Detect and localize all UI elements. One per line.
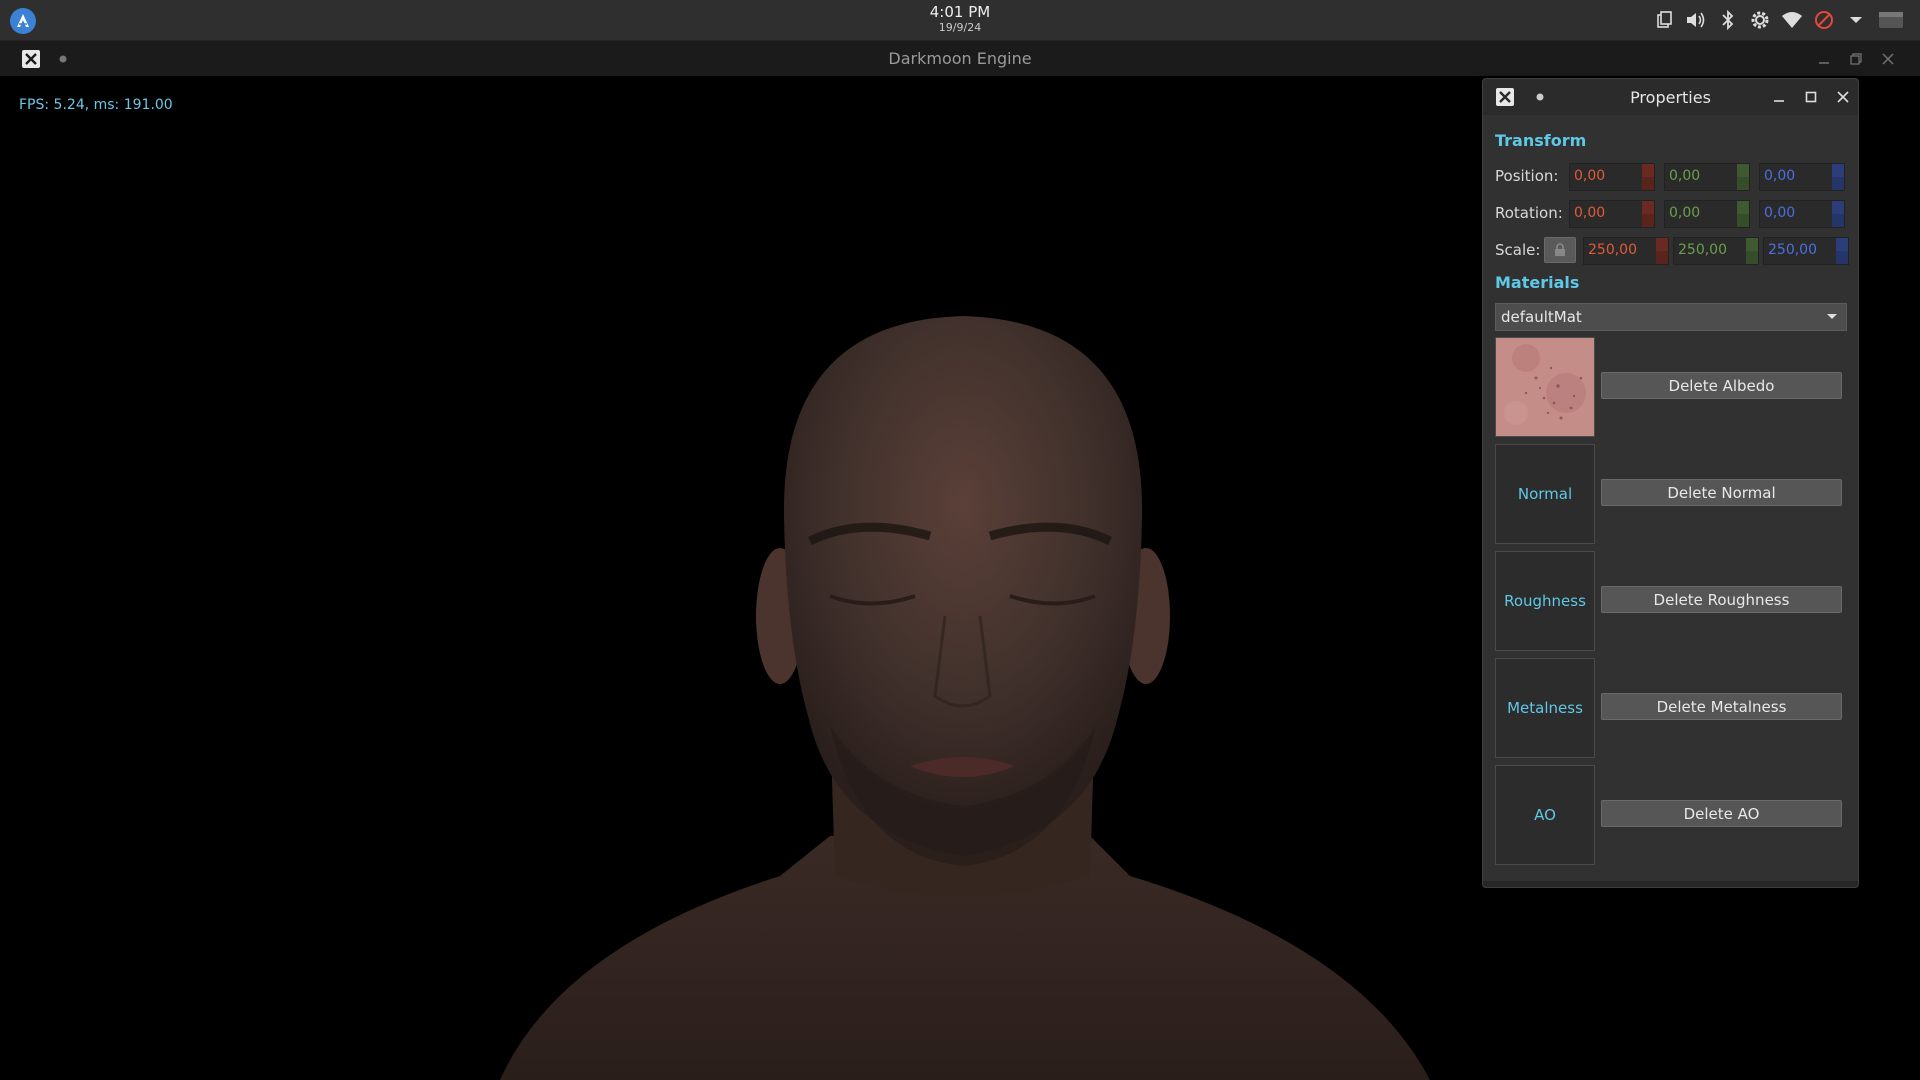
maximize-icon[interactable] bbox=[1801, 87, 1821, 107]
clock-time: 4:01 PM bbox=[929, 3, 991, 21]
close-app-icon[interactable] bbox=[20, 48, 42, 70]
position-x-value: 0,00 bbox=[1574, 168, 1606, 184]
close-window-icon[interactable] bbox=[1877, 48, 1899, 70]
properties-title-bar[interactable]: Properties bbox=[1483, 79, 1858, 115]
app-launcher-icon[interactable] bbox=[10, 8, 36, 34]
metalness-texture-slot[interactable]: Metalness bbox=[1495, 658, 1595, 758]
minimize-icon[interactable] bbox=[1769, 87, 1789, 107]
ao-texture-slot[interactable]: AO bbox=[1495, 765, 1595, 865]
rotation-row: Rotation: 0,00 0,00 0,00 bbox=[1495, 200, 1850, 228]
panel-resize-edge[interactable] bbox=[1483, 881, 1858, 887]
volume-icon[interactable] bbox=[1684, 8, 1708, 32]
scale-x-value: 250,00 bbox=[1588, 242, 1637, 258]
scale-label: Scale: bbox=[1495, 241, 1541, 259]
material-selected: defaultMat bbox=[1501, 308, 1582, 326]
bluetooth-icon[interactable] bbox=[1716, 8, 1740, 32]
system-top-bar: 4:01 PM 19/9/24 bbox=[0, 0, 1920, 41]
chevron-down-icon bbox=[1827, 314, 1837, 319]
delete-albedo-button[interactable]: Delete Albedo bbox=[1601, 372, 1842, 399]
scale-x-spinbox[interactable]: 250,00 bbox=[1583, 237, 1669, 265]
albedo-texture-slot[interactable] bbox=[1495, 337, 1595, 437]
wifi-icon[interactable] bbox=[1780, 8, 1804, 32]
transform-heading: Transform bbox=[1495, 131, 1587, 150]
rotation-y-value: 0,00 bbox=[1669, 205, 1701, 221]
albedo-texture-thumbnail bbox=[1496, 338, 1594, 436]
clock-date: 19/9/24 bbox=[938, 21, 982, 34]
close-icon[interactable] bbox=[1833, 87, 1853, 107]
properties-panel: Properties Transform Position: 0,00 0,00… bbox=[1482, 78, 1859, 888]
roughness-texture-slot[interactable]: Roughness bbox=[1495, 551, 1595, 651]
lock-icon bbox=[1555, 243, 1565, 256]
metalness-slot-label: Metalness bbox=[1507, 699, 1583, 717]
no-sign-icon[interactable] bbox=[1812, 8, 1836, 32]
scale-z-value: 250,00 bbox=[1768, 242, 1817, 258]
material-dropdown[interactable]: defaultMat bbox=[1495, 303, 1847, 331]
window-title: Darkmoon Engine bbox=[888, 49, 1032, 68]
delete-roughness-button[interactable]: Delete Roughness bbox=[1601, 586, 1842, 613]
ao-slot-label: AO bbox=[1534, 806, 1556, 824]
rotation-z-spinbox[interactable]: 0,00 bbox=[1759, 200, 1845, 228]
scale-y-value: 250,00 bbox=[1678, 242, 1727, 258]
system-tray bbox=[1652, 8, 1906, 32]
window-list-icon[interactable] bbox=[1876, 8, 1906, 32]
roughness-slot-label: Roughness bbox=[1504, 592, 1586, 610]
close-properties-icon[interactable] bbox=[1495, 87, 1515, 107]
clock: 4:01 PM 19/9/24 bbox=[0, 3, 1920, 35]
position-label: Position: bbox=[1495, 167, 1559, 185]
pin-dot-icon[interactable] bbox=[52, 48, 74, 70]
clipboard-icon[interactable] bbox=[1652, 8, 1676, 32]
scale-y-spinbox[interactable]: 250,00 bbox=[1673, 237, 1759, 265]
delete-metalness-button[interactable]: Delete Metalness bbox=[1601, 693, 1842, 720]
chevron-down-icon[interactable] bbox=[1844, 8, 1868, 32]
delete-ao-button[interactable]: Delete AO bbox=[1601, 800, 1842, 827]
rotation-z-value: 0,00 bbox=[1764, 205, 1796, 221]
position-z-value: 0,00 bbox=[1764, 168, 1796, 184]
restore-window-icon[interactable] bbox=[1845, 48, 1867, 70]
rotation-label: Rotation: bbox=[1495, 204, 1563, 222]
materials-heading: Materials bbox=[1495, 273, 1580, 292]
settings-icon[interactable] bbox=[1748, 8, 1772, 32]
scale-lock-button[interactable] bbox=[1544, 237, 1576, 263]
scale-row: Scale: 250,00 250,00 250,00 bbox=[1495, 237, 1850, 265]
rotation-x-value: 0,00 bbox=[1574, 205, 1606, 221]
normal-slot-label: Normal bbox=[1517, 485, 1573, 503]
position-row: Position: 0,00 0,00 0,00 bbox=[1495, 163, 1850, 191]
delete-normal-button[interactable]: Delete Normal bbox=[1601, 479, 1842, 506]
position-y-spinbox[interactable]: 0,00 bbox=[1664, 163, 1750, 191]
position-z-spinbox[interactable]: 0,00 bbox=[1759, 163, 1845, 191]
window-title-bar: Darkmoon Engine bbox=[0, 41, 1920, 76]
position-x-spinbox[interactable]: 0,00 bbox=[1569, 163, 1655, 191]
pin-dot-icon[interactable] bbox=[1530, 87, 1550, 107]
rotation-y-spinbox[interactable]: 0,00 bbox=[1664, 200, 1750, 228]
scale-z-spinbox[interactable]: 250,00 bbox=[1763, 237, 1849, 265]
normal-texture-slot[interactable]: Normal bbox=[1495, 444, 1595, 544]
fps-counter: FPS: 5.24, ms: 191.00 bbox=[19, 97, 173, 113]
position-y-value: 0,00 bbox=[1669, 168, 1701, 184]
rotation-x-spinbox[interactable]: 0,00 bbox=[1569, 200, 1655, 228]
minimize-window-icon[interactable] bbox=[1813, 48, 1835, 70]
